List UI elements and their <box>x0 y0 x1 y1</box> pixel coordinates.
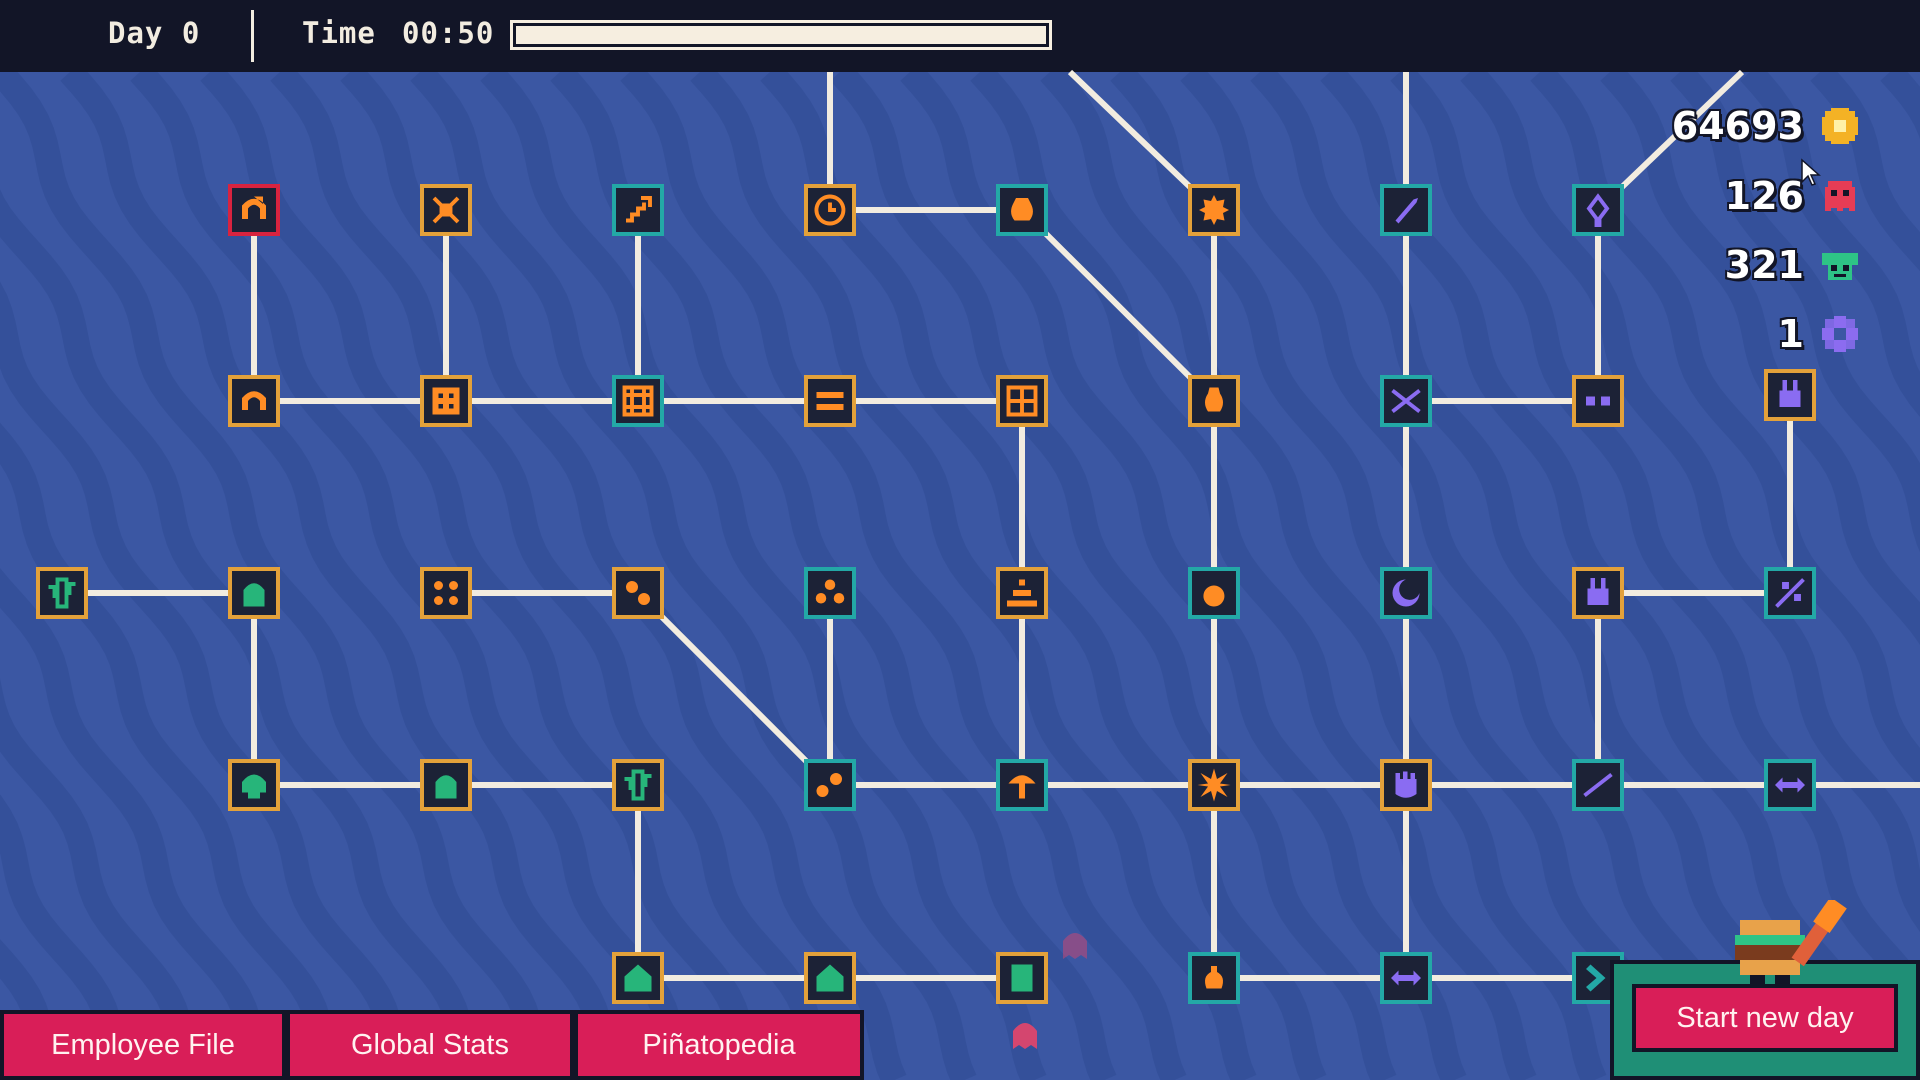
skill-node-frame <box>612 375 664 427</box>
skill-node-dotted-line[interactable] <box>1572 759 1624 811</box>
red-ghost-value: 126 <box>1724 174 1804 218</box>
skill-node-frame <box>228 184 280 236</box>
skill-node-gem-drop[interactable] <box>1572 184 1624 236</box>
skill-node-burst[interactable] <box>1188 759 1240 811</box>
skill-node-house-gem[interactable] <box>804 952 856 1004</box>
skill-node-blade[interactable] <box>1380 184 1432 236</box>
dice-frame-icon <box>432 387 460 415</box>
skill-node-scroll[interactable] <box>996 952 1048 1004</box>
ghost-body <box>1013 1023 1037 1049</box>
skill-node-frame <box>804 567 856 619</box>
tombstone-icon-shape <box>243 583 265 607</box>
purple-gear-icon <box>1822 316 1858 352</box>
skill-node-window[interactable] <box>996 375 1048 427</box>
pinata-bag-icon-shape <box>1011 198 1033 221</box>
skill-node-pyramid[interactable] <box>996 567 1048 619</box>
skill-node-frame <box>1572 375 1624 427</box>
skill-node-frame <box>228 375 280 427</box>
fist-icon-shape <box>1395 771 1417 798</box>
skill-node-pinata-bag[interactable] <box>996 184 1048 236</box>
skill-node-house[interactable] <box>612 952 664 1004</box>
pinatopedia-button[interactable]: Piñatopedia <box>574 1010 864 1080</box>
tombstone-icon-shape <box>435 775 457 799</box>
dice-frame-icon-shape <box>432 387 460 415</box>
green-creature-value: 321 <box>1724 243 1804 287</box>
skill-node-four-circles[interactable] <box>420 567 472 619</box>
skill-node-frame <box>612 759 664 811</box>
employee-file-button[interactable]: Employee File <box>0 1010 286 1080</box>
coins-counter: 64693 <box>1672 104 1858 148</box>
skill-node-frame <box>804 759 856 811</box>
red-ghost-icon <box>1825 181 1855 211</box>
green-creature-counter: 321 <box>1725 243 1858 287</box>
tree-link <box>635 590 833 788</box>
coins-value: 64693 <box>1671 104 1804 148</box>
skill-node-frame <box>612 567 664 619</box>
purple-gear-value: 1 <box>1777 312 1804 356</box>
skill-node-frame <box>1380 567 1432 619</box>
skill-node-bomb[interactable] <box>1188 567 1240 619</box>
skill-node-bunny[interactable] <box>1764 369 1816 421</box>
skill-node-sun-gear[interactable] <box>1188 184 1240 236</box>
skill-node-fist[interactable] <box>1380 759 1432 811</box>
skill-node-skull[interactable] <box>228 759 280 811</box>
skill-node-moon[interactable] <box>1380 567 1432 619</box>
scroll-icon-shape <box>1011 964 1033 992</box>
skill-node-chain-circles[interactable] <box>804 759 856 811</box>
green-creature-icon <box>1822 253 1858 280</box>
skill-node-grid[interactable] <box>612 375 664 427</box>
skill-node-frame <box>420 567 472 619</box>
skill-node-cactus[interactable] <box>612 759 664 811</box>
skill-node-bag[interactable] <box>1188 375 1240 427</box>
skill-node-two-circles[interactable] <box>612 567 664 619</box>
skill-node-double-arrow[interactable] <box>1380 952 1432 1004</box>
global-stats-button[interactable]: Global Stats <box>286 1010 574 1080</box>
floating-pinata-ghost-icon <box>1013 1023 1037 1049</box>
skill-node-rows[interactable] <box>804 375 856 427</box>
skill-node-stairs-arrow[interactable] <box>612 184 664 236</box>
scroll-icon <box>1011 964 1033 992</box>
burger-mascot-icon <box>1735 900 1847 990</box>
skill-node-sparkle-line[interactable] <box>1764 567 1816 619</box>
fist-icon <box>1395 771 1417 798</box>
skill-node-x-mark[interactable] <box>1380 375 1432 427</box>
skill-tree <box>36 69 1920 1049</box>
skill-node-double-arrow[interactable] <box>1764 759 1816 811</box>
skill-node-three-circles[interactable] <box>804 567 856 619</box>
tombstone-icon <box>243 583 265 607</box>
pinata-bag-icon <box>1011 198 1033 221</box>
mouse-cursor-icon <box>1801 158 1821 186</box>
skill-node-dice-frame[interactable] <box>420 375 472 427</box>
tombstone-icon <box>435 775 457 799</box>
sun-gear-icon-shape <box>1199 195 1229 225</box>
skill-node-frame <box>36 567 88 619</box>
skill-node-tombstone[interactable] <box>420 759 472 811</box>
skill-node-arch[interactable] <box>228 375 280 427</box>
skill-node-crossed-swords[interactable] <box>420 184 472 236</box>
skill-node-arch-arrow[interactable] <box>228 184 280 236</box>
skill-node-eyes[interactable] <box>1572 375 1624 427</box>
skill-node-tombstone[interactable] <box>228 567 280 619</box>
skill-node-clock[interactable] <box>804 184 856 236</box>
skill-node-bunny[interactable] <box>1572 567 1624 619</box>
skill-node-mushroom[interactable] <box>996 759 1048 811</box>
skill-node-potion[interactable] <box>1188 952 1240 1004</box>
purple-gear-counter: 1 <box>1778 312 1858 356</box>
start-new-day-button[interactable]: Start new day <box>1632 984 1898 1052</box>
floating-pinata-ghost-icon <box>1063 933 1087 959</box>
ghost-body <box>1063 933 1087 959</box>
coin-icon <box>1822 108 1858 144</box>
tree-link <box>1019 207 1217 404</box>
red-ghost-counter: 126 <box>1725 174 1858 218</box>
sun-gear-icon <box>1199 195 1229 225</box>
skill-node-cactus[interactable] <box>36 567 88 619</box>
skill-node-frame <box>804 375 856 427</box>
